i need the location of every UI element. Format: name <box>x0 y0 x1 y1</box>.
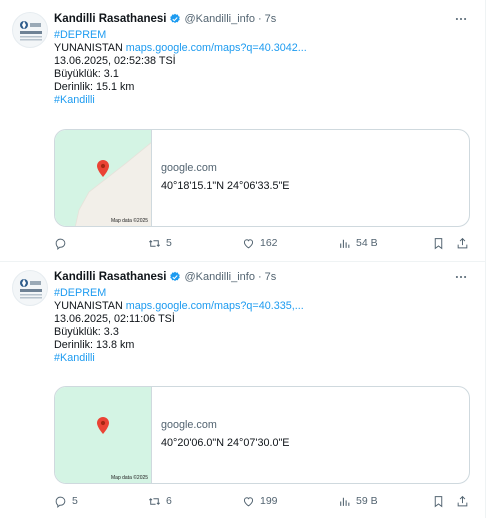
kandilli-logo <box>20 21 42 41</box>
more-icon[interactable] <box>454 270 468 284</box>
author-name[interactable]: Kandilli Rasathanesi <box>54 270 166 284</box>
map-thumbnail[interactable]: Map data ©2025 <box>55 387 152 483</box>
hashtag-kandilli[interactable]: #Kandilli <box>54 352 95 364</box>
hashtag-deprem[interactable]: #DEPREM <box>54 29 106 41</box>
tweet-time[interactable]: 7s <box>265 270 277 284</box>
location-label: YUNANISTAN <box>54 300 123 312</box>
retweet-icon <box>149 239 160 247</box>
verified-badge-icon <box>170 271 181 282</box>
map-pin-icon <box>97 417 109 434</box>
views-icon <box>340 239 350 248</box>
bookmark-button[interactable] <box>432 493 445 509</box>
bookmark-icon <box>434 237 443 249</box>
bookmark-button[interactable] <box>432 235 445 251</box>
author-name[interactable]: Kandilli Rasathanesi <box>54 12 166 26</box>
datetime-text: 13.06.2025, 02:52:38 TSİ <box>54 55 176 67</box>
tweet-header: Kandilli Rasathanesi @Kandilli_info · 7s <box>54 12 474 26</box>
magnitude-text: Büyüklük: 3.1 <box>54 68 119 80</box>
depth-text: Derinlik: 13.8 km <box>54 339 135 351</box>
maps-link[interactable]: maps.google.com/maps?q=40.335,... <box>126 300 304 312</box>
tweet-text: #DEPREM YUNANISTAN maps.google.com/maps?… <box>54 287 304 365</box>
share-button[interactable] <box>456 493 469 509</box>
tweet-actions: 5 6 199 59 B <box>54 493 470 509</box>
hashtag-deprem[interactable]: #DEPREM <box>54 287 106 299</box>
verified-badge-icon <box>170 13 181 24</box>
reply-button[interactable]: 5 <box>54 493 78 509</box>
more-icon[interactable] <box>454 12 468 26</box>
like-button[interactable]: 162 <box>242 235 278 251</box>
reply-count: 5 <box>72 495 78 507</box>
location-label: YUNANISTAN <box>54 42 123 54</box>
tweet[interactable]: Kandilli Rasathanesi @Kandilli_info · 7s… <box>0 262 486 518</box>
view-count: 54 B <box>356 237 378 249</box>
link-card[interactable]: Map data ©2025 google.com 40°20'06.0"N 2… <box>54 386 470 484</box>
map-pin-icon <box>97 160 109 177</box>
card-domain: google.com <box>161 419 217 431</box>
reply-icon <box>55 238 66 250</box>
retweet-icon <box>149 497 160 505</box>
share-icon <box>457 237 468 248</box>
tweet-header: Kandilli Rasathanesi @Kandilli_info · 7s <box>54 270 474 284</box>
depth-text: Derinlik: 15.1 km <box>54 81 135 93</box>
reply-icon <box>55 496 66 508</box>
tweet-actions: 5 162 54 B <box>54 235 470 251</box>
link-card[interactable]: Map data ©2025 google.com 40°18'15.1"N 2… <box>54 129 470 227</box>
magnitude-text: Büyüklük: 3.3 <box>54 326 119 338</box>
card-coordinates: 40°18'15.1"N 24°06'33.5"E <box>161 180 290 192</box>
view-count: 59 B <box>356 495 378 507</box>
bookmark-icon <box>434 495 443 507</box>
views-button[interactable]: 54 B <box>338 235 378 251</box>
timeline: Kandilli Rasathanesi @Kandilli_info · 7s… <box>0 0 486 518</box>
share-button[interactable] <box>456 235 469 251</box>
views-button[interactable]: 59 B <box>338 493 378 509</box>
retweet-count: 6 <box>166 495 172 507</box>
views-icon <box>340 497 350 506</box>
avatar[interactable] <box>12 270 48 306</box>
kandilli-logo <box>20 279 42 299</box>
author-handle[interactable]: @Kandilli_info <box>184 270 255 284</box>
reply-button[interactable] <box>54 235 72 251</box>
tweet-text: #DEPREM YUNANISTAN maps.google.com/maps?… <box>54 29 307 107</box>
hashtag-kandilli[interactable]: #Kandilli <box>54 94 95 106</box>
map-image <box>55 130 151 226</box>
share-icon <box>457 495 468 506</box>
map-thumbnail[interactable]: Map data ©2025 <box>55 130 152 226</box>
card-domain: google.com <box>161 162 217 174</box>
retweet-button[interactable]: 5 <box>148 235 172 251</box>
separator-dot: · <box>257 13 262 25</box>
like-count: 162 <box>260 237 278 249</box>
avatar[interactable] <box>12 12 48 48</box>
card-coordinates: 40°20'06.0"N 24°07'30.0"E <box>161 437 290 449</box>
retweet-button[interactable]: 6 <box>148 493 172 509</box>
datetime-text: 13.06.2025, 02:11:06 TSİ <box>54 313 175 325</box>
map-image <box>55 387 151 483</box>
author-handle[interactable]: @Kandilli_info <box>184 12 255 26</box>
map-credit: Map data ©2025 <box>111 218 149 224</box>
like-count: 199 <box>260 495 278 507</box>
tweet-time[interactable]: 7s <box>265 12 277 26</box>
tweet[interactable]: Kandilli Rasathanesi @Kandilli_info · 7s… <box>0 0 486 262</box>
retweet-count: 5 <box>166 237 172 249</box>
like-icon <box>243 496 254 506</box>
map-credit: Map data ©2025 <box>111 475 149 481</box>
maps-link[interactable]: maps.google.com/maps?q=40.3042... <box>126 42 307 54</box>
like-icon <box>243 238 254 248</box>
like-button[interactable]: 199 <box>242 493 278 509</box>
separator-dot: · <box>257 271 262 283</box>
